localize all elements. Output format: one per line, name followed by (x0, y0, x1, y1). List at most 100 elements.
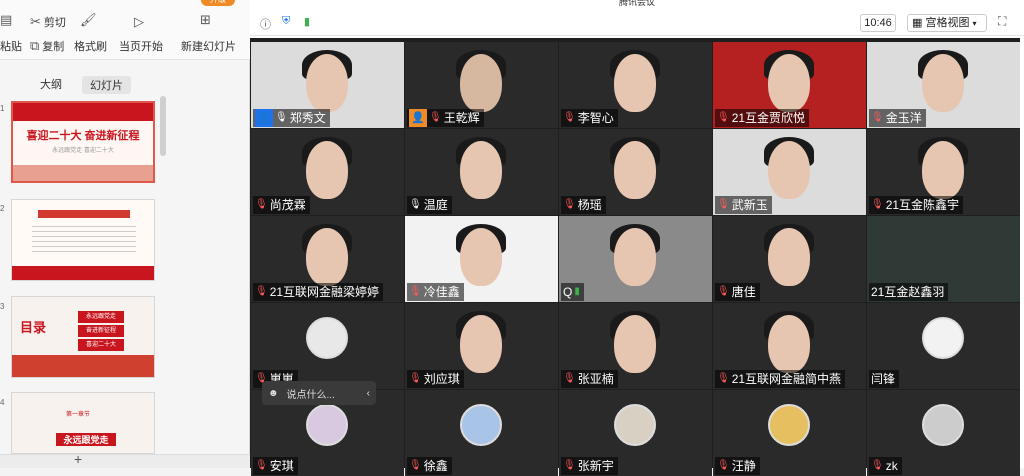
video-tile[interactable]: 🎙 李智心 (559, 42, 712, 128)
video-tile[interactable]: 🎙 尚茂霖 (251, 129, 404, 215)
meeting-toolbar: ⓘ ⛨ ▮ 10:46 ▦ 宫格视图 ▾ ⛶ (250, 10, 1024, 36)
video-tile[interactable]: 🎙 温庭 (405, 129, 558, 215)
new-slide-label: 新建幻灯片 (181, 41, 236, 53)
mic-muted-icon: 🎙 (563, 460, 576, 471)
participant-name: 尚茂霖 (269, 198, 306, 212)
participant-face (460, 141, 502, 199)
video-tile[interactable]: 🎙 杨瑶 (559, 129, 712, 215)
participant-label: 🎙 温庭 (407, 196, 452, 214)
mic-icon: 🎙 (409, 199, 422, 210)
participant-face (922, 54, 964, 112)
thumbnail-scrollbar[interactable] (160, 96, 166, 156)
view-mode-dropdown[interactable]: ▦ 宫格视图 ▾ (907, 14, 987, 32)
new-slide-button[interactable]: 新建幻灯片 (181, 38, 236, 54)
play-button[interactable]: ▷ (134, 14, 144, 30)
video-tile[interactable]: 🎙 张新宇 (559, 390, 712, 476)
video-tile[interactable]: Q ▮ (559, 216, 712, 302)
chat-placeholder: 说点什么... (286, 389, 335, 401)
participant-name: 武新玉 (731, 198, 768, 212)
video-tile[interactable]: 🎙 汪静 (713, 390, 866, 476)
slide-thumb-1[interactable]: 喜迎二十大 奋进新征程 永远跟党走 喜迎二十大 (11, 101, 155, 183)
new-slide-icon: ⊞ (200, 12, 211, 27)
cohost-icon: 👤 (409, 109, 427, 127)
participant-name: 郑秀文 (289, 111, 326, 125)
video-tile[interactable]: 21互金赵鑫羽 (867, 216, 1020, 302)
participant-label: 🎙 张新宇 (561, 457, 618, 475)
chat-input[interactable]: ☻ 说点什么... ‹ (262, 381, 376, 405)
video-tile[interactable]: 🎙 崽崽 (251, 303, 404, 389)
cut-button[interactable]: ✂ 剪切 (30, 14, 66, 30)
tab-slides[interactable]: 幻灯片 (82, 76, 131, 94)
participant-label: 🎙 武新玉 (715, 196, 772, 214)
video-tile[interactable]: 🎙 唐佳 (713, 216, 866, 302)
emoji-icon[interactable]: ☻ (268, 388, 279, 399)
video-tile[interactable]: 🎙 刘应琪 (405, 303, 558, 389)
slide-thumb-4[interactable]: 第一章节 永远跟党走 (11, 392, 155, 454)
participant-name: 21互联网金融简中燕 (731, 372, 842, 386)
new-slide-icon-button[interactable]: ⊞ (200, 12, 211, 28)
collapse-icon[interactable]: ‹ (367, 388, 376, 399)
slide-chapter: 第一章节 (66, 412, 91, 418)
format-painter-label-button[interactable]: 格式刷 (74, 38, 107, 54)
info-icon[interactable]: ⓘ (260, 16, 271, 32)
video-tile[interactable]: 👤 🎙 王乾辉 (405, 42, 558, 128)
mic-muted-icon: 🎙 (717, 373, 730, 384)
upgrade-badge[interactable]: 升级 (201, 0, 235, 6)
cut-label: 剪切 (43, 17, 66, 29)
participant-face (306, 54, 348, 112)
participant-name: 闫锋 (871, 372, 896, 386)
slide-footer-decor (12, 266, 154, 280)
video-tile[interactable]: 🎙 21互联网金融梁婷婷 (251, 216, 404, 302)
video-tile[interactable]: 🎙 21互金陈鑫宇 (867, 129, 1020, 215)
mic-muted-icon: 🎙 (429, 112, 442, 123)
play-current-button[interactable]: 当页开始 (119, 38, 163, 54)
participant-face (768, 141, 810, 199)
video-tile[interactable]: 🎙 21互联网金融简中燕 (713, 303, 866, 389)
add-slide-button[interactable]: + (74, 451, 82, 467)
participant-name: 张亚楠 (577, 372, 614, 386)
meeting-clock: 10:46 (860, 14, 896, 32)
mic-muted-icon: 🎙 (871, 199, 884, 210)
tab-outline[interactable]: 大纲 (40, 76, 62, 94)
video-tile[interactable]: 🎙 徐鑫 (405, 390, 558, 476)
participant-label: 🎙 尚茂霖 (253, 196, 310, 214)
participant-avatar (922, 404, 964, 446)
mic-muted-icon: 🎙 (871, 112, 884, 123)
paste-label-button[interactable]: 粘贴 (0, 38, 22, 54)
signal-icon[interactable]: ▮ (304, 15, 310, 28)
participant-label: 🎙 徐鑫 (407, 457, 452, 475)
video-tile[interactable]: 🎙 21互金贾欣悦 (713, 42, 866, 128)
chevron-down-icon: ▾ (972, 19, 977, 28)
participant-avatar (768, 404, 810, 446)
participant-label: 🎙 21互金贾欣悦 (715, 109, 810, 127)
slide-thumb-3[interactable]: 目录 永远跟党走 奋进新征程 喜迎二十大 (11, 296, 155, 378)
meeting-title: 腾讯会议 (250, 0, 1024, 8)
video-tile[interactable]: 🎙 zk (867, 390, 1020, 476)
copy-button[interactable]: ⧉ 复制 (30, 38, 64, 54)
participant-name: 王乾辉 (443, 111, 480, 125)
panel-tabs: 大纲 幻灯片 (40, 76, 131, 94)
format-painter-button[interactable]: 🖌 (80, 12, 97, 28)
participant-name: 21互联网金融梁婷婷 (269, 285, 380, 299)
video-tile[interactable]: 👤 🎙 郑秀文 (251, 42, 404, 128)
participant-face (922, 141, 964, 199)
shield-icon[interactable]: ⛨ (282, 15, 290, 28)
participant-name: 21互金赵鑫羽 (871, 285, 945, 299)
mic-muted-icon: 🎙 (717, 112, 730, 123)
toc-list: 永远跟党走 奋进新征程 喜迎二十大 (78, 311, 125, 351)
video-tile[interactable]: 🎙 冷佳鑫 (405, 216, 558, 302)
paste-button[interactable]: ▤ (0, 12, 12, 28)
participant-label: 👤 🎙 王乾辉 (407, 109, 484, 127)
participant-label: 闫锋 (869, 370, 900, 388)
slide-thumb-2[interactable] (11, 199, 155, 281)
play-icon: ▷ (134, 14, 144, 29)
video-tile[interactable]: 🎙 张亚楠 (559, 303, 712, 389)
video-tile[interactable]: 🎙 武新玉 (713, 129, 866, 215)
video-tile[interactable]: 🎙 金玉洋 (867, 42, 1020, 128)
toc-item: 奋进新征程 (78, 325, 125, 337)
fullscreen-icon[interactable]: ⛶ (998, 14, 1006, 29)
video-tile[interactable]: 闫锋 (867, 303, 1020, 389)
toc-item: 喜迎二十大 (78, 339, 125, 351)
slide-title: 永远跟党走 (56, 433, 116, 446)
scissors-icon: ✂ (30, 14, 41, 29)
